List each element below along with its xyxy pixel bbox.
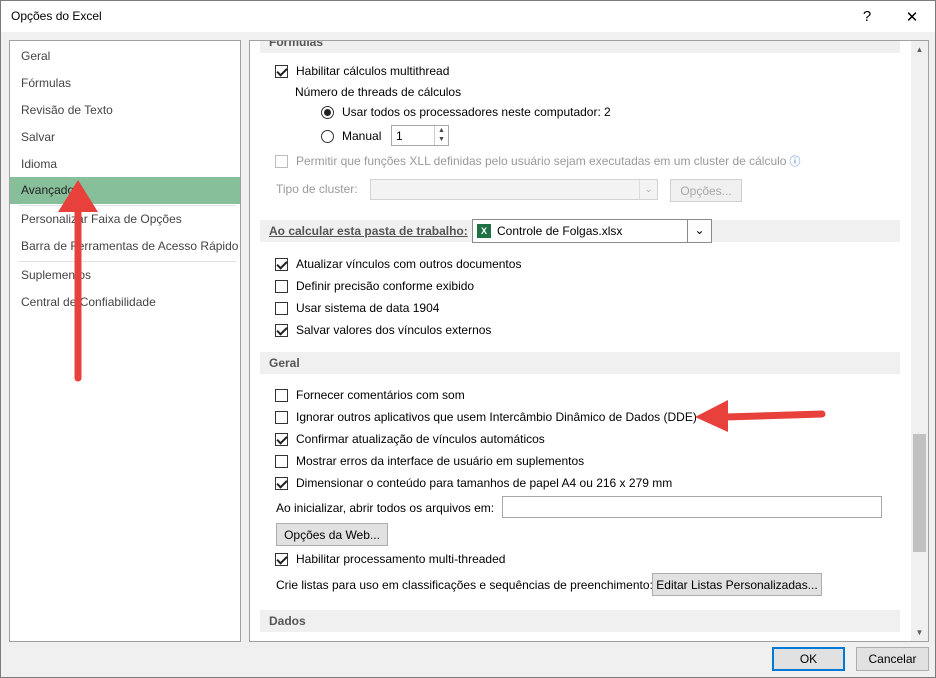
section-header-data: Dados (260, 610, 900, 632)
nav-item-idioma[interactable]: Idioma (10, 151, 240, 178)
sound-feedback-option[interactable]: Fornecer comentários com som (275, 386, 465, 404)
chevron-down-icon[interactable]: ⌄ (687, 220, 711, 242)
nav-item-suplementos[interactable]: Suplementos (10, 262, 240, 289)
scale-paper-checkbox[interactable] (275, 476, 288, 490)
help-button[interactable]: ? (844, 1, 890, 32)
xll-cluster-option[interactable]: Permitir que funções XLL definidas pelo … (275, 152, 800, 170)
scroll-up-icon[interactable]: ▲ (911, 41, 928, 58)
xll-cluster-label: Permitir que funções XLL definidas pelo … (296, 154, 787, 168)
multithread-label: Habilitar cálculos multithread (296, 64, 450, 78)
addin-errors-checkbox[interactable] (275, 454, 288, 468)
manual-threads-label: Manual (342, 129, 382, 143)
workbook-file-name: Controle de Folgas.xlsx (497, 224, 623, 238)
excel-file-icon: X (477, 224, 491, 238)
precision-option[interactable]: Definir precisão conforme exibido (275, 277, 474, 295)
use-all-processors-radio[interactable] (321, 105, 334, 119)
nav-item-formulas[interactable]: Fórmulas (10, 70, 240, 97)
dialog-title: Opções do Excel (11, 9, 102, 23)
confirm-links-checkbox[interactable] (275, 432, 288, 446)
scale-paper-option[interactable]: Dimensionar o conteúdo para tamanhos de … (275, 474, 672, 492)
ignore-dde-label: Ignorar outros aplicativos que usem Inte… (296, 410, 697, 424)
multithreaded-processing-option[interactable]: Habilitar processamento multi-threaded (275, 550, 505, 568)
cluster-options-button[interactable]: Opções... (670, 179, 742, 202)
precision-checkbox[interactable] (275, 279, 288, 293)
nav-item-avancado[interactable]: Avançado (10, 177, 240, 204)
ignore-dde-checkbox[interactable] (275, 410, 288, 424)
xll-cluster-checkbox[interactable] (275, 154, 288, 168)
nav-item-salvar[interactable]: Salvar (10, 124, 240, 151)
nav-item-barra-acesso-rapido[interactable]: Barra de Ferramentas de Acesso Rápido (10, 233, 240, 260)
multithreaded-processing-label: Habilitar processamento multi-threaded (296, 552, 506, 566)
options-content: Fórmulas Habilitar cálculos multithread … (249, 40, 929, 642)
precision-label: Definir precisão conforme exibido (296, 279, 475, 293)
nav-item-central-confiabilidade[interactable]: Central de Confiabilidade (10, 289, 240, 316)
update-links-checkbox[interactable] (275, 257, 288, 271)
title-bar: Opções do Excel ? ✕ (1, 1, 935, 32)
cluster-type-select[interactable]: ⌄ (370, 179, 658, 200)
multithreaded-processing-checkbox[interactable] (275, 552, 288, 566)
use-all-processors-option[interactable]: Usar todos os processadores neste comput… (321, 103, 601, 121)
multithread-option[interactable]: Habilitar cálculos multithread (275, 62, 449, 80)
threads-label: Número de threads de cálculos (295, 85, 462, 99)
nav-item-personalizar-faixa[interactable]: Personalizar Faixa de Opções (10, 206, 240, 233)
custom-lists-label: Crie listas para uso em classificações e… (276, 578, 653, 592)
processor-count: 2 (604, 105, 611, 119)
sound-feedback-label: Fornecer comentários com som (296, 388, 465, 402)
chevron-down-icon: ⌄ (639, 180, 657, 199)
manual-threads-radio[interactable] (321, 129, 334, 143)
manual-threads-spinner[interactable]: 1 ▲ ▼ (391, 125, 449, 146)
save-external-links-checkbox[interactable] (275, 323, 288, 337)
ok-button[interactable]: OK (772, 647, 845, 671)
update-links-label: Atualizar vínculos com outros documentos (296, 257, 522, 271)
confirm-links-label: Confirmar atualização de vínculos automá… (296, 432, 545, 446)
update-links-option[interactable]: Atualizar vínculos com outros documentos (275, 255, 521, 273)
workbook-select[interactable]: X Controle de Folgas.xlsx ⌄ (472, 219, 712, 243)
close-icon: ✕ (905, 8, 919, 26)
use-all-processors-label: Usar todos os processadores neste comput… (342, 105, 601, 119)
addin-errors-option[interactable]: Mostrar erros da interface de usuário em… (275, 452, 584, 470)
scroll-down-icon[interactable]: ▼ (911, 624, 928, 641)
cluster-type-label: Tipo de cluster: (276, 182, 358, 196)
workbook-header-label: Ao calcular esta pasta de trabalho: (269, 224, 468, 238)
multithread-checkbox[interactable] (275, 64, 288, 78)
web-options-button[interactable]: Opções da Web... (276, 523, 388, 546)
scale-paper-label: Dimensionar o conteúdo para tamanhos de … (296, 476, 673, 490)
scroll-thumb[interactable] (913, 434, 926, 552)
close-button[interactable]: ✕ (889, 1, 935, 32)
manual-threads-option[interactable]: Manual (321, 127, 381, 145)
section-header-general: Geral (260, 352, 900, 374)
addin-errors-label: Mostrar erros da interface de usuário em… (296, 454, 585, 468)
options-scrollbar[interactable]: ▲ ▼ (911, 41, 928, 641)
nav-item-geral[interactable]: Geral (10, 43, 240, 70)
category-nav: Geral Fórmulas Revisão de Texto Salvar I… (9, 40, 241, 642)
ignore-dde-option[interactable]: Ignorar outros aplicativos que usem Inte… (275, 408, 697, 426)
save-external-links-label: Salvar valores dos vínculos externos (296, 323, 492, 337)
startup-folder-input[interactable] (502, 496, 882, 518)
edit-custom-lists-button[interactable]: Editar Listas Personalizadas... (652, 573, 822, 596)
nav-item-revisao[interactable]: Revisão de Texto (10, 97, 240, 124)
spinner-arrows-icon[interactable]: ▲ ▼ (434, 126, 448, 145)
date-1904-option[interactable]: Usar sistema de data 1904 (275, 299, 439, 317)
save-external-links-option[interactable]: Salvar valores dos vínculos externos (275, 321, 491, 339)
cancel-button[interactable]: Cancelar (856, 647, 929, 671)
excel-options-dialog: Opções do Excel ? ✕ Geral Fórmulas Revis… (0, 0, 936, 678)
manual-threads-value: 1 (396, 129, 403, 143)
confirm-links-option[interactable]: Confirmar atualização de vínculos automá… (275, 430, 545, 448)
info-icon: ⓘ (789, 156, 801, 168)
help-icon: ? (862, 8, 872, 25)
startup-folder-label: Ao inicializar, abrir todos os arquivos … (276, 501, 495, 515)
section-header-formulas: Fórmulas (260, 41, 900, 53)
date-1904-checkbox[interactable] (275, 301, 288, 315)
sound-feedback-checkbox[interactable] (275, 388, 288, 402)
date-1904-label: Usar sistema de data 1904 (296, 301, 440, 315)
